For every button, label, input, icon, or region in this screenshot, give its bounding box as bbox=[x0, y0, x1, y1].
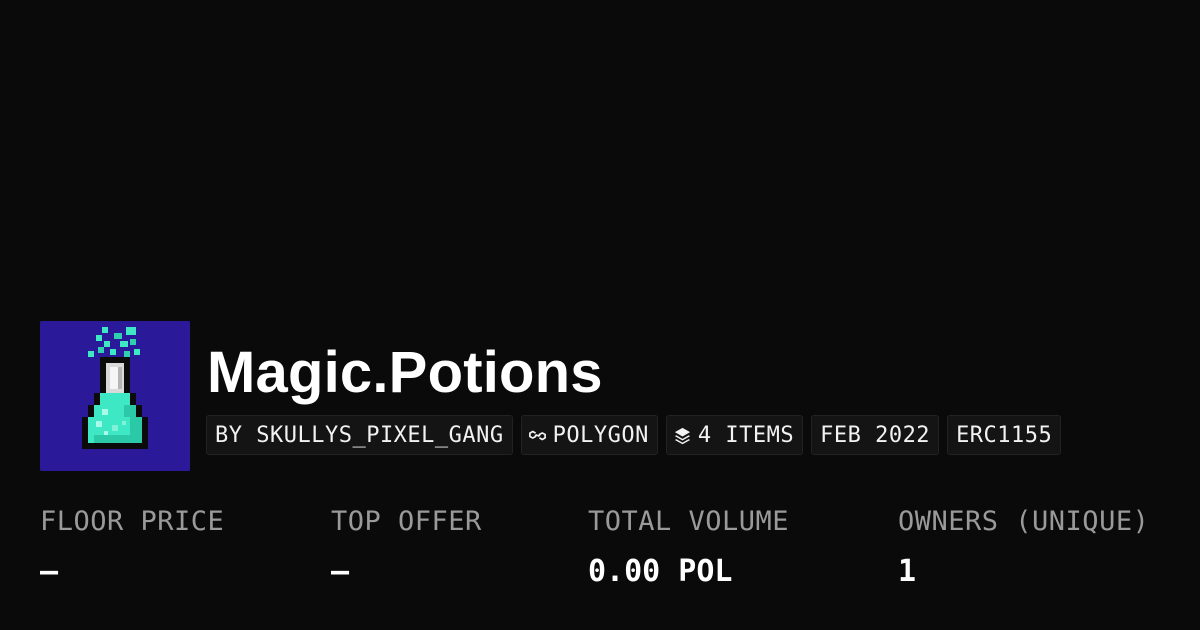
total-volume-label: TOTAL VOLUME bbox=[588, 506, 790, 537]
stat-owners: OWNERS (UNIQUE) 1 bbox=[898, 502, 1149, 592]
chain-chip[interactable]: POLYGON bbox=[520, 415, 658, 455]
layers-icon bbox=[673, 425, 693, 445]
items-label: 4 ITEMS bbox=[697, 422, 795, 448]
polygon-icon bbox=[528, 425, 548, 445]
stat-floor-price: FLOOR PRICE – bbox=[40, 502, 224, 592]
top-offer-label: TOP OFFER bbox=[331, 506, 482, 537]
potion-flask-icon bbox=[40, 321, 190, 471]
owners-value: 1 bbox=[898, 554, 917, 589]
collection-meta-chips: BY SKULLYS_PIXEL_GANG POLYGON 4 ITEMS FE… bbox=[206, 415, 1062, 455]
creator-chip[interactable]: BY SKULLYS_PIXEL_GANG bbox=[206, 415, 513, 455]
total-volume-value: 0.00 POL bbox=[588, 554, 733, 589]
date-label: FEB 2022 bbox=[820, 422, 931, 448]
date-chip: FEB 2022 bbox=[811, 415, 940, 455]
collection-avatar bbox=[40, 321, 190, 471]
chain-label: POLYGON bbox=[552, 422, 649, 448]
stat-top-offer: TOP OFFER – bbox=[331, 502, 482, 592]
stat-total-volume: TOTAL VOLUME 0.00 POL bbox=[588, 502, 789, 592]
creator-label: BY SKULLYS_PIXEL_GANG bbox=[215, 422, 504, 448]
standard-label: ERC1155 bbox=[956, 422, 1053, 448]
floor-price-value: – bbox=[40, 554, 59, 589]
owners-label: OWNERS (UNIQUE) bbox=[898, 506, 1150, 537]
standard-chip: ERC1155 bbox=[947, 415, 1062, 455]
items-chip[interactable]: 4 ITEMS bbox=[665, 415, 804, 455]
top-offer-value: – bbox=[331, 554, 350, 589]
floor-price-label: FLOOR PRICE bbox=[40, 506, 225, 537]
collection-title: Magic.Potions bbox=[207, 340, 603, 405]
